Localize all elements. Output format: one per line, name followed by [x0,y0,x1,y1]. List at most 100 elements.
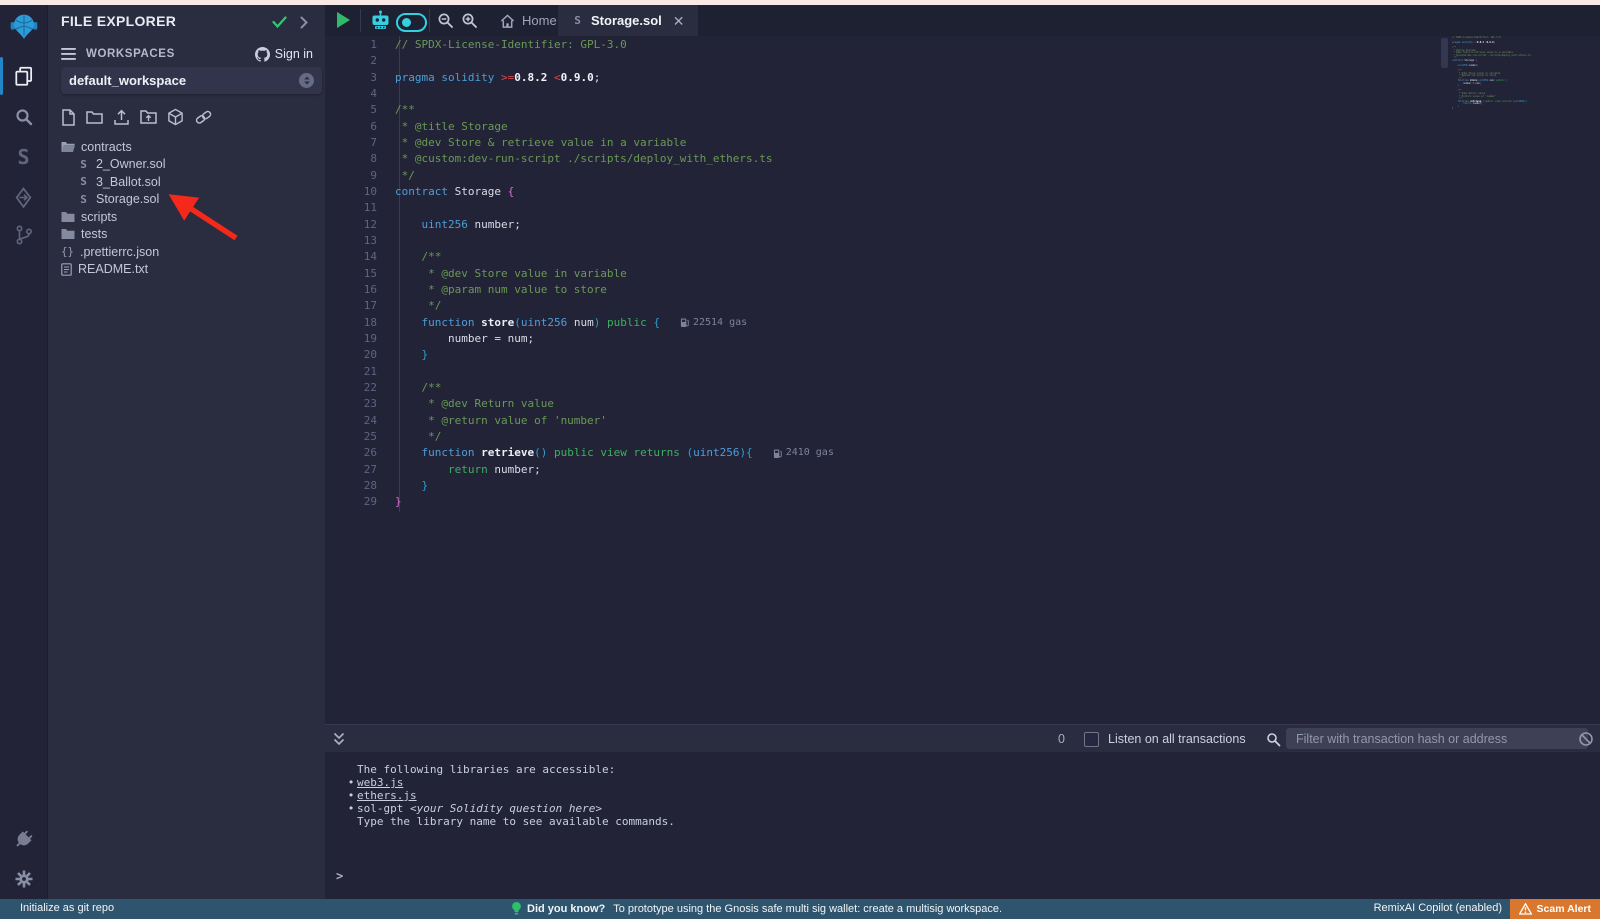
line-number: 17 [325,298,377,314]
code-content: // SPDX-License-Identifier: GPL-3.0 pragm… [395,37,834,511]
terminal-library-link[interactable]: web3.js [357,776,403,789]
panel-title: FILE EXPLORER [61,13,176,29]
editor-scrollbar[interactable] [1441,38,1448,68]
tree-item-tests[interactable]: tests [48,226,326,244]
line-number: 18 [325,315,377,331]
sidebar-item-solidity-compiler[interactable]: S [0,143,47,171]
tree-item-label: contracts [81,140,132,154]
scam-alert-button[interactable]: Scam Alert [1510,899,1600,919]
terminal-library-link[interactable]: ethers.js [357,789,417,802]
json-braces-icon: {} [61,246,74,258]
tree-item-contracts[interactable]: contracts [48,138,326,156]
tree-item--prettierrc-json[interactable]: {}.prettierrc.json [48,243,326,261]
clear-console-icon[interactable] [1578,731,1594,747]
divider [360,9,361,32]
sign-in-button[interactable]: Sign in [255,47,313,62]
terminal-expand-icon[interactable] [333,732,345,746]
code-line: // SPDX-License-Identifier: GPL-3.0 [395,37,834,53]
sidebar-item-settings[interactable] [0,865,47,893]
copilot-status[interactable]: RemixAI Copilot (enabled) [1374,902,1502,914]
editor-toolbar: Home S Storage.sol ✕ [325,5,1600,37]
line-number: 13 [325,233,377,249]
sidebar-item-search[interactable] [0,103,47,131]
line-number-gutter: 1234567891011121314151617181920212223242… [325,37,377,511]
code-line: } [395,494,834,510]
line-number: 21 [325,364,377,380]
upload-file-button[interactable] [113,109,130,126]
line-number: 4 [325,86,377,102]
divider [429,9,430,32]
tab-storage-sol[interactable]: S Storage.sol ✕ [558,5,698,36]
tree-item-readme-txt[interactable]: README.txt [48,261,326,279]
gas-estimate: 22514 gas [680,317,747,328]
code-line: /** [395,102,834,118]
code-line: * @dev Store & retrieve value in a varia… [395,135,834,151]
sign-in-label: Sign in [275,47,313,61]
sidebar-item-deploy-and-run[interactable] [0,183,47,213]
code-line [395,233,834,249]
upload-folder-button[interactable] [140,109,157,125]
file-actions-toolbar [61,108,213,126]
workspaces-menu-icon[interactable] [61,48,76,60]
vertical-icon-bar: S [0,5,47,899]
link-icon-button[interactable] [194,109,213,125]
workspace-select[interactable]: default_workspace [61,67,322,94]
code-line: pragma solidity >=0.8.2 <0.9.0; [395,70,834,86]
github-icon [255,47,270,62]
tree-item-storage-sol[interactable]: SStorage.sol [48,191,326,209]
terminal-search-icon[interactable] [1266,732,1281,747]
tree-item-2-owner-sol[interactable]: S 2_Owner.sol [48,156,326,174]
zoom-out-button[interactable] [437,12,454,29]
file-text-icon [61,263,72,276]
line-number: 12 [325,217,377,233]
file-explorer-icon [13,65,35,87]
chevron-right-icon[interactable] [300,16,309,29]
solidity-file-icon: S [77,158,90,171]
code-line: return number; [395,462,834,478]
cube-icon-button[interactable] [167,108,184,126]
listen-all-transactions-checkbox[interactable] [1084,732,1099,747]
run-script-button[interactable] [337,12,350,28]
remix-logo[interactable] [0,10,47,46]
line-number: 11 [325,200,377,216]
line-number: 16 [325,282,377,298]
close-tab-icon[interactable]: ✕ [673,14,685,28]
code-line [395,200,834,216]
terminal-line: •sol-gpt <your Solidity question here> [345,802,675,815]
tree-item-label: scripts [81,210,117,224]
line-number: 15 [325,266,377,282]
terminal-line: The following libraries are accessible: [345,763,675,776]
tree-item-label: 2_Owner.sol [96,157,165,171]
new-file-button[interactable] [61,109,76,126]
code-editor[interactable]: 1234567891011121314151617181920212223242… [325,36,1600,724]
init-git-repo-button[interactable]: Initialize as git repo [20,902,114,914]
sidebar-item-plugin-manager[interactable] [0,825,47,853]
code-line: */ [395,298,834,314]
folder-icon [61,211,75,223]
terminal-output[interactable]: The following libraries are accessible: •… [325,752,1600,899]
zoom-in-button[interactable] [461,12,478,29]
terminal-prompt[interactable]: > [336,870,343,882]
tip-bold-label: Did you know? [527,903,605,915]
gear-icon [14,869,34,889]
ai-copilot-robot-icon[interactable] [369,10,392,31]
code-line: */ [395,429,834,445]
editor-minimap[interactable]: // SPDX-License-Identifier: GPL-3.0pragm… [1452,37,1547,111]
transaction-filter-input[interactable] [1286,728,1588,749]
new-folder-button[interactable] [86,110,103,125]
workspace-selected-value: default_workspace [69,73,186,88]
line-number: 6 [325,119,377,135]
line-number: 20 [325,347,377,363]
code-line: * @dev Return value [395,396,834,412]
tree-item-label: tests [81,227,107,241]
sidebar-item-git[interactable] [0,220,47,250]
plug-icon [13,829,34,850]
tree-item-scripts[interactable]: scripts [48,208,326,226]
code-line: } [1452,108,1547,111]
tree-item-3-ballot-sol[interactable]: S3_Ballot.sol [48,173,326,191]
ai-copilot-toggle[interactable] [396,13,427,32]
tab-home[interactable]: Home [488,5,569,36]
sidebar-item-file-explorer[interactable] [0,60,47,92]
code-line: * @title Storage [395,119,834,135]
warning-icon [1519,903,1532,915]
